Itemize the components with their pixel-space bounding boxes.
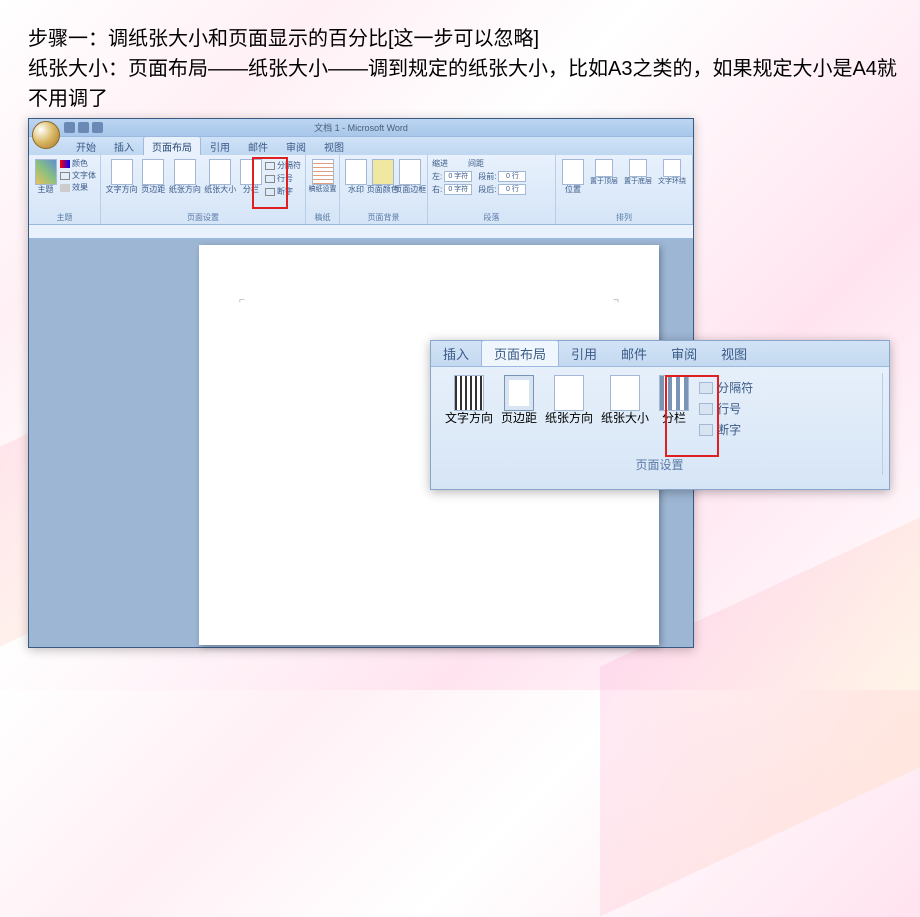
page-corner-mark-right: ¬: [613, 295, 619, 306]
send-back-icon: [629, 159, 647, 177]
tab-references[interactable]: 引用: [201, 136, 239, 155]
position-button[interactable]: 位置: [560, 158, 586, 196]
zoom-tab-page-layout[interactable]: 页面布局: [481, 340, 559, 366]
instruction-text: 步骤一：调纸张大小和页面显示的百分比[这一步可以忽略] 纸张大小：页面布局——纸…: [28, 24, 900, 114]
page-color-icon: [372, 159, 394, 185]
theme-effects-button[interactable]: 效果: [60, 182, 96, 193]
zoom-tabstrip: 插入 页面布局 引用 邮件 审阅 视图: [431, 341, 889, 367]
ribbon-group-page-background: 水印 页面颜色 页面边框 页面背景: [340, 155, 428, 224]
theme-colors-button[interactable]: 颜色: [60, 158, 96, 169]
tab-page-layout[interactable]: 页面布局: [143, 136, 201, 155]
ribbon-group-manuscript: 稿纸设置 稿纸: [306, 155, 340, 224]
manuscript-icon: [312, 159, 334, 185]
tab-review[interactable]: 审阅: [277, 136, 315, 155]
ribbon-group-page-setup: 文字方向 页边距 纸张方向 纸张大小 分栏 分隔符 行号 断字 页面设置: [101, 155, 306, 224]
zoom-paper-size-icon: [610, 375, 640, 411]
tab-mailings[interactable]: 邮件: [239, 136, 277, 155]
tab-home[interactable]: 开始: [67, 136, 105, 155]
tab-insert[interactable]: 插入: [105, 136, 143, 155]
group-label-manuscript: 稿纸: [310, 212, 335, 223]
instruction-line-1: 步骤一：调纸张大小和页面显示的百分比[这一步可以忽略]: [28, 24, 900, 54]
ribbon-tabstrip: 开始 插入 页面布局 引用 邮件 审阅 视图: [29, 137, 693, 155]
watermark-button[interactable]: 水印: [344, 158, 368, 196]
position-icon: [562, 159, 584, 185]
text-direction-icon: [111, 159, 133, 185]
horizontal-ruler[interactable]: [29, 225, 693, 239]
text-wrap-button[interactable]: 文字环绕: [656, 158, 688, 187]
spacing-before-control[interactable]: 段前:0 行: [478, 171, 526, 182]
quick-access-toolbar[interactable]: [64, 122, 103, 133]
zoom-hyphenation-icon: [699, 424, 713, 436]
page-corner-mark-left: ⌐: [239, 295, 245, 306]
spacing-after-control[interactable]: 段后:0 行: [478, 184, 526, 195]
zoom-tab-insert[interactable]: 插入: [431, 341, 481, 366]
paper-size-button[interactable]: 纸张大小: [204, 158, 237, 196]
zoom-orientation-button[interactable]: 纸张方向: [541, 373, 597, 438]
zoom-margins-icon: [504, 375, 534, 411]
margins-button[interactable]: 页边距: [140, 158, 166, 196]
zoom-text-direction-button[interactable]: 文字方向: [441, 373, 497, 438]
tab-view[interactable]: 视图: [315, 136, 353, 155]
indent-right-control[interactable]: 右:0 字符: [432, 184, 472, 195]
text-wrap-icon: [663, 159, 681, 177]
zoom-orientation-icon: [554, 375, 584, 411]
columns-icon: [240, 159, 262, 185]
bring-front-button[interactable]: 置于顶层: [588, 158, 620, 187]
margins-icon: [142, 159, 164, 185]
send-back-button[interactable]: 置于底层: [622, 158, 654, 187]
qat-save-icon[interactable]: [64, 122, 75, 133]
instruction-line-2: 纸张大小：页面布局——纸张大小——调到规定的纸张大小，比如A3之类的，如果规定大…: [28, 54, 900, 114]
zoom-tab-view[interactable]: 视图: [709, 341, 759, 366]
ribbon-group-themes: 主题 颜色 文字体 效果 主题: [29, 155, 101, 224]
manuscript-settings-button[interactable]: 稿纸设置: [310, 158, 335, 195]
zoom-inset-ribbon: 插入 页面布局 引用 邮件 审阅 视图 文字方向 页边距 纸张方向: [430, 340, 890, 490]
group-label-arrange: 排列: [560, 212, 688, 223]
zoom-tab-references[interactable]: 引用: [559, 341, 609, 366]
office-button[interactable]: [32, 121, 60, 149]
breaks-button[interactable]: 分隔符: [265, 160, 301, 171]
zoom-columns-button[interactable]: 分栏: [653, 373, 695, 438]
line-numbers-button[interactable]: 行号: [265, 173, 301, 184]
zoom-columns-icon: [659, 375, 689, 411]
window-titlebar: 文档 1 - Microsoft Word: [29, 119, 693, 137]
page-color-button[interactable]: 页面颜色: [370, 158, 396, 196]
window-title: 文档 1 - Microsoft Word: [314, 123, 408, 133]
indent-left-control[interactable]: 左:0 字符: [432, 171, 472, 182]
zoom-breaks-button[interactable]: 分隔符: [699, 379, 753, 396]
paper-size-icon: [209, 159, 231, 185]
qat-undo-icon[interactable]: [78, 122, 89, 133]
themes-icon: [35, 159, 57, 185]
watermark-icon: [345, 159, 367, 185]
orientation-icon: [174, 159, 196, 185]
zoom-text-direction-icon: [454, 375, 484, 411]
group-label-themes: 主题: [33, 212, 96, 223]
ribbon-page-layout: 主题 颜色 文字体 效果 主题 文字方向 页边距 纸张方向 纸张大小 分栏 分隔…: [29, 155, 693, 225]
zoom-tab-review[interactable]: 审阅: [659, 341, 709, 366]
bring-front-icon: [595, 159, 613, 177]
zoom-line-numbers-button[interactable]: 行号: [699, 400, 753, 417]
theme-fonts-button[interactable]: 文字体: [60, 170, 96, 181]
page-borders-icon: [399, 159, 421, 185]
text-direction-button[interactable]: 文字方向: [105, 158, 138, 196]
zoom-line-numbers-icon: [699, 403, 713, 415]
qat-redo-icon[interactable]: [92, 122, 103, 133]
ribbon-group-arrange: 位置 置于顶层 置于底层 文字环绕 排列: [556, 155, 693, 224]
zoom-margins-button[interactable]: 页边距: [497, 373, 541, 438]
group-label-paragraph: 段落: [432, 212, 551, 223]
zoom-group-label-page-setup: 页面设置: [441, 454, 878, 475]
hyphenation-button[interactable]: 断字: [265, 186, 301, 197]
ribbon-group-paragraph: 缩进 间距 左:0 字符 段前:0 行 右:0 字符 段后:0 行 段落: [428, 155, 556, 224]
zoom-tab-mailings[interactable]: 邮件: [609, 341, 659, 366]
columns-button[interactable]: 分栏: [239, 158, 263, 196]
page-borders-button[interactable]: 页面边框: [398, 158, 424, 196]
zoom-paper-size-button[interactable]: 纸张大小: [597, 373, 653, 438]
zoom-breaks-icon: [699, 382, 713, 394]
orientation-button[interactable]: 纸张方向: [168, 158, 201, 196]
group-label-page-background: 页面背景: [344, 212, 423, 223]
zoom-hyphenation-button[interactable]: 断字: [699, 421, 753, 438]
group-label-page-setup: 页面设置: [105, 212, 301, 223]
themes-button[interactable]: 主题: [33, 158, 58, 196]
